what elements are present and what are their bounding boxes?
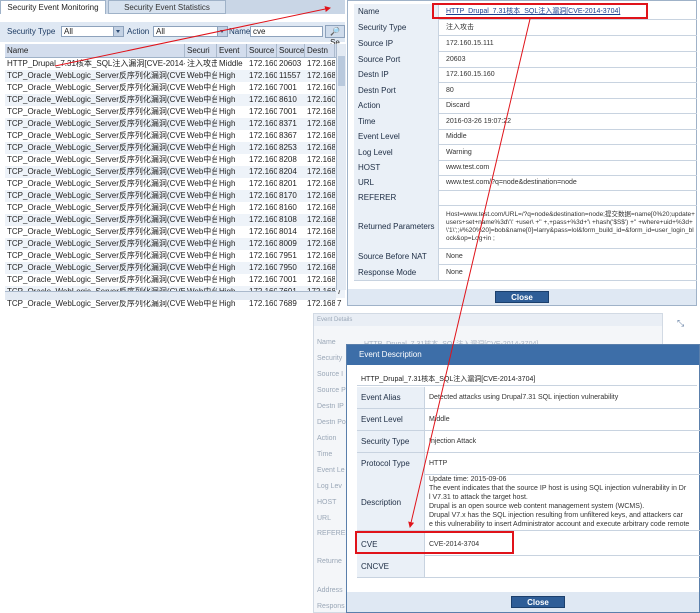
arrow-to-cve (408, 18, 531, 528)
annotation-arrows (54, 6, 531, 528)
arrow-to-details (54, 6, 331, 67)
